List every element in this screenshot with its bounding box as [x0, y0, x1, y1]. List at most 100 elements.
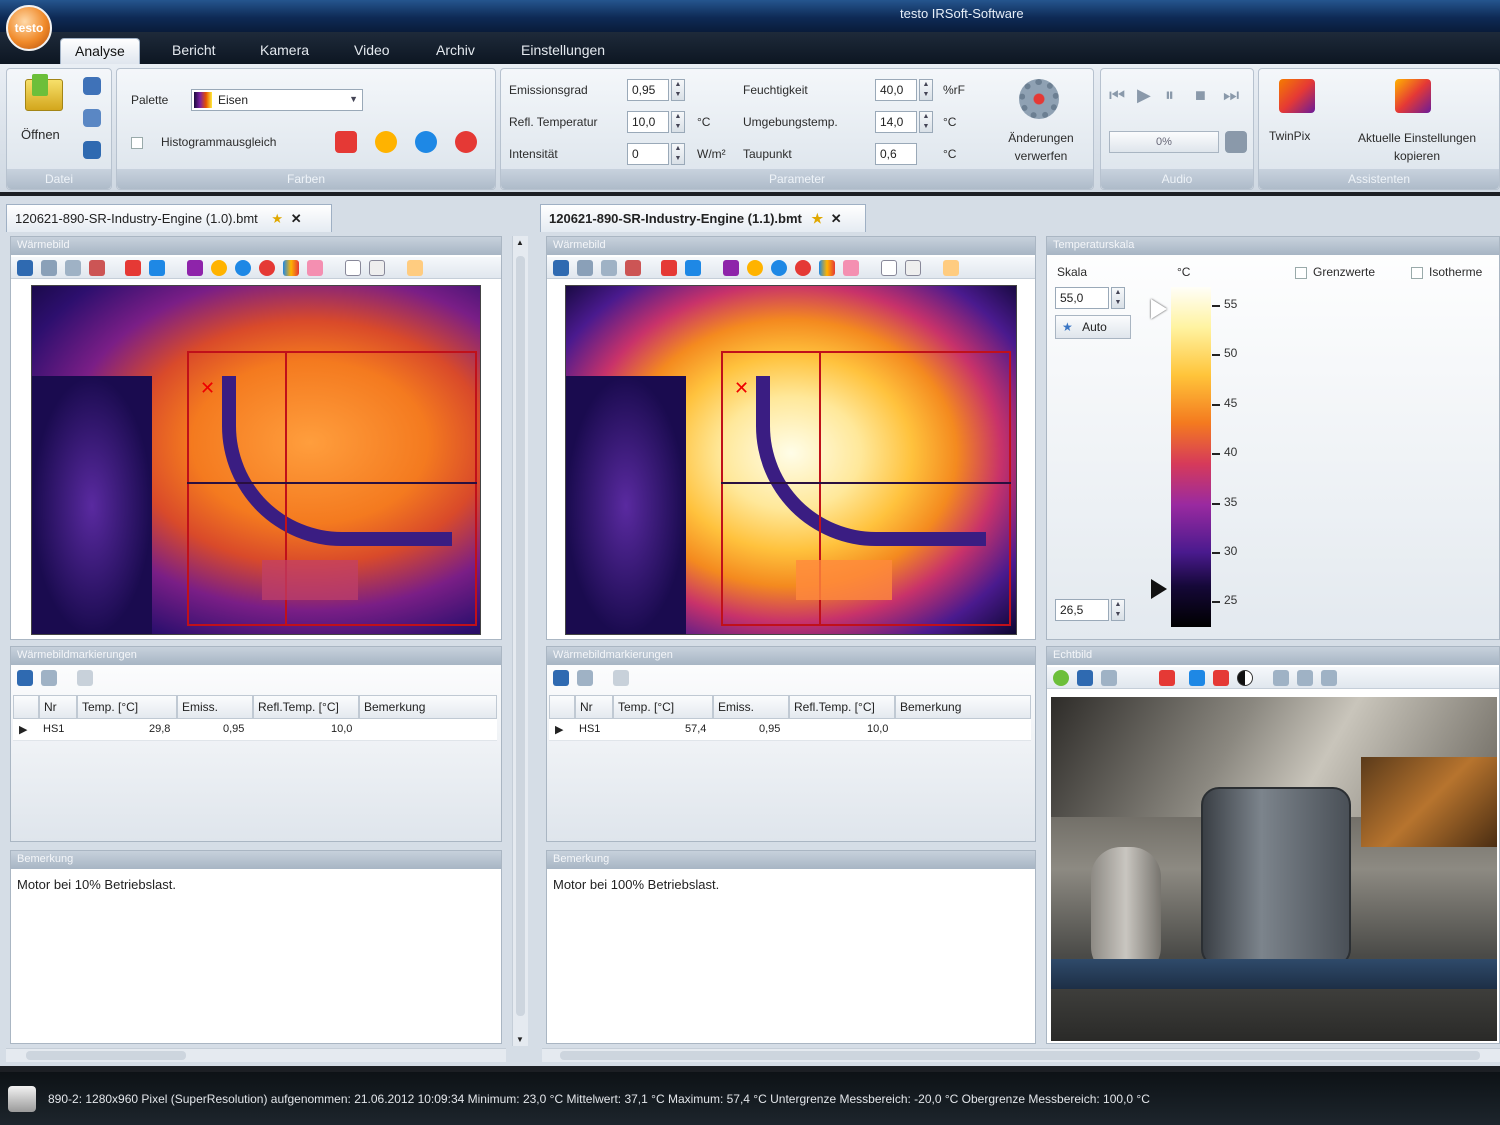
- discard-changes-label[interactable]: Änderungen verwerfen: [991, 129, 1091, 165]
- profile-line[interactable]: [721, 482, 1011, 484]
- left-thermal-image[interactable]: ✕: [31, 285, 481, 635]
- delete-icon[interactable]: [613, 670, 629, 686]
- favorite-star-icon[interactable]: ★: [811, 211, 823, 226]
- left-vertical-scrollbar[interactable]: ▲ ▼: [512, 236, 528, 1046]
- left-remark-text[interactable]: Motor bei 10% Betriebslast.: [17, 877, 176, 892]
- coldspot-icon[interactable]: [685, 260, 701, 276]
- intensity-spinner[interactable]: ▲ ▼: [671, 143, 685, 165]
- discard-changes-gear-icon[interactable]: [1019, 79, 1059, 119]
- contrast-icon[interactable]: [1237, 670, 1253, 686]
- doc-tab-left[interactable]: 120621-890-SR-Industry-Engine (1.0).bmt …: [6, 204, 332, 232]
- min-temp-icon[interactable]: [235, 260, 251, 276]
- ambient-temp-input[interactable]: 14,0: [875, 111, 917, 133]
- audio-save-icon[interactable]: [1225, 131, 1247, 153]
- point-temp-icon[interactable]: [795, 260, 811, 276]
- table-row[interactable]: ▶ HS1 57,4 0,95 10,0: [549, 719, 1031, 741]
- forward-icon[interactable]: ⏭: [1223, 85, 1239, 106]
- histogram-icon[interactable]: [819, 260, 835, 276]
- col-temp[interactable]: Temp. [°C]: [613, 695, 713, 719]
- export-icon[interactable]: [41, 260, 57, 276]
- profile-icon[interactable]: [843, 260, 859, 276]
- refl-temp-spinner[interactable]: ▲ ▼: [671, 111, 685, 133]
- load-image-icon[interactable]: [1053, 670, 1069, 686]
- tab-archiv[interactable]: Archiv: [422, 38, 489, 64]
- tab-kamera[interactable]: Kamera: [246, 38, 323, 64]
- area-icon[interactable]: [881, 260, 897, 276]
- col-refl-temp[interactable]: Refl.Temp. [°C]: [789, 695, 895, 719]
- col-refl-temp[interactable]: Refl.Temp. [°C]: [253, 695, 359, 719]
- scale-max-spinner[interactable]: ▲ ▼: [1111, 287, 1125, 309]
- open-folder-icon[interactable]: [25, 74, 63, 111]
- save-icon[interactable]: [17, 260, 33, 276]
- scale-max-input[interactable]: 55,0: [1055, 287, 1109, 309]
- app-logo[interactable]: testo: [6, 5, 52, 51]
- coldspot-icon[interactable]: [149, 260, 165, 276]
- limit-checkbox[interactable]: [1295, 267, 1307, 279]
- hotspot-icon[interactable]: [125, 260, 141, 276]
- doc-tab-right[interactable]: 120621-890-SR-Industry-Engine (1.1).bmt …: [540, 204, 866, 232]
- save-icon[interactable]: [1077, 670, 1093, 686]
- copy-icon[interactable]: [65, 260, 81, 276]
- close-icon[interactable]: ✕: [291, 211, 302, 226]
- measure-cold-icon[interactable]: [415, 131, 437, 153]
- tab-analyse[interactable]: Analyse: [60, 38, 140, 64]
- tab-bericht[interactable]: Bericht: [158, 38, 230, 64]
- copy-icon[interactable]: [601, 260, 617, 276]
- save-all-icon[interactable]: [83, 141, 101, 159]
- scroll-up-icon[interactable]: ▲: [516, 238, 524, 247]
- left-hscroll-thumb[interactable]: [26, 1051, 186, 1060]
- zoom-in-icon[interactable]: [1273, 670, 1289, 686]
- copy-settings-label[interactable]: Aktuelle Einstellungen kopieren: [1337, 129, 1497, 165]
- real-photo-image[interactable]: [1051, 697, 1497, 1041]
- hotspot-marker-icon[interactable]: ✕: [200, 378, 215, 399]
- copy-settings-icon[interactable]: [1395, 79, 1431, 113]
- left-scroll-thumb[interactable]: [516, 256, 525, 1016]
- export-icon[interactable]: [577, 260, 593, 276]
- zoom-out-icon[interactable]: [1297, 670, 1313, 686]
- save-icon[interactable]: [83, 77, 101, 95]
- area-icon[interactable]: [345, 260, 361, 276]
- auto-button[interactable]: ★ Auto: [1055, 315, 1131, 339]
- row-selector-icon[interactable]: ▶: [555, 723, 563, 736]
- favorite-star-icon[interactable]: ★: [271, 211, 283, 226]
- col-nr[interactable]: Nr: [575, 695, 613, 719]
- palette-select[interactable]: Eisen ▼: [191, 89, 363, 111]
- histogram-checkbox[interactable]: [131, 137, 143, 149]
- delete-icon[interactable]: [1159, 670, 1175, 686]
- save-icon[interactable]: [553, 670, 569, 686]
- hotspot-icon[interactable]: [661, 260, 677, 276]
- open-label[interactable]: Öffnen: [21, 127, 60, 142]
- col-temp[interactable]: Temp. [°C]: [77, 695, 177, 719]
- refl-temp-input[interactable]: 10,0: [627, 111, 669, 133]
- point-temp-icon[interactable]: [259, 260, 275, 276]
- zoom-icon[interactable]: [407, 260, 423, 276]
- col-nr[interactable]: Nr: [39, 695, 77, 719]
- isotherm-checkbox[interactable]: [1411, 267, 1423, 279]
- col-remark[interactable]: Bemerkung: [359, 695, 497, 719]
- measure-sun-icon[interactable]: [375, 131, 397, 153]
- save-icon[interactable]: [553, 260, 569, 276]
- twinpix-icon[interactable]: [1279, 79, 1315, 113]
- right-thermal-image[interactable]: ✕: [565, 285, 1017, 635]
- tab-video[interactable]: Video: [340, 38, 404, 64]
- tab-einstellungen[interactable]: Einstellungen: [507, 38, 619, 64]
- right-hscroll-thumb[interactable]: [560, 1051, 1480, 1060]
- grid-icon[interactable]: [369, 260, 385, 276]
- twinpix-label[interactable]: TwinPix: [1269, 129, 1310, 143]
- save-icon[interactable]: [17, 670, 33, 686]
- right-horizontal-scrollbar[interactable]: [542, 1048, 1500, 1062]
- emission-spinner[interactable]: ▲ ▼: [671, 79, 685, 101]
- pause-icon[interactable]: ⏸: [1165, 85, 1174, 106]
- col-emiss[interactable]: Emiss.: [713, 695, 789, 719]
- col-remark[interactable]: Bemerkung: [895, 695, 1031, 719]
- align-icon[interactable]: [1213, 670, 1229, 686]
- marker-icon[interactable]: [187, 260, 203, 276]
- intensity-input[interactable]: 0: [627, 143, 669, 165]
- scroll-down-icon[interactable]: ▼: [516, 1035, 524, 1044]
- max-temp-icon[interactable]: [747, 260, 763, 276]
- print-icon[interactable]: [625, 260, 641, 276]
- ambient-temp-spinner[interactable]: ▲ ▼: [919, 111, 933, 133]
- refresh-icon[interactable]: [577, 670, 593, 686]
- table-row[interactable]: ▶ HS1 29,8 0,95 10,0: [13, 719, 497, 741]
- max-slider-handle-icon[interactable]: [1151, 299, 1167, 319]
